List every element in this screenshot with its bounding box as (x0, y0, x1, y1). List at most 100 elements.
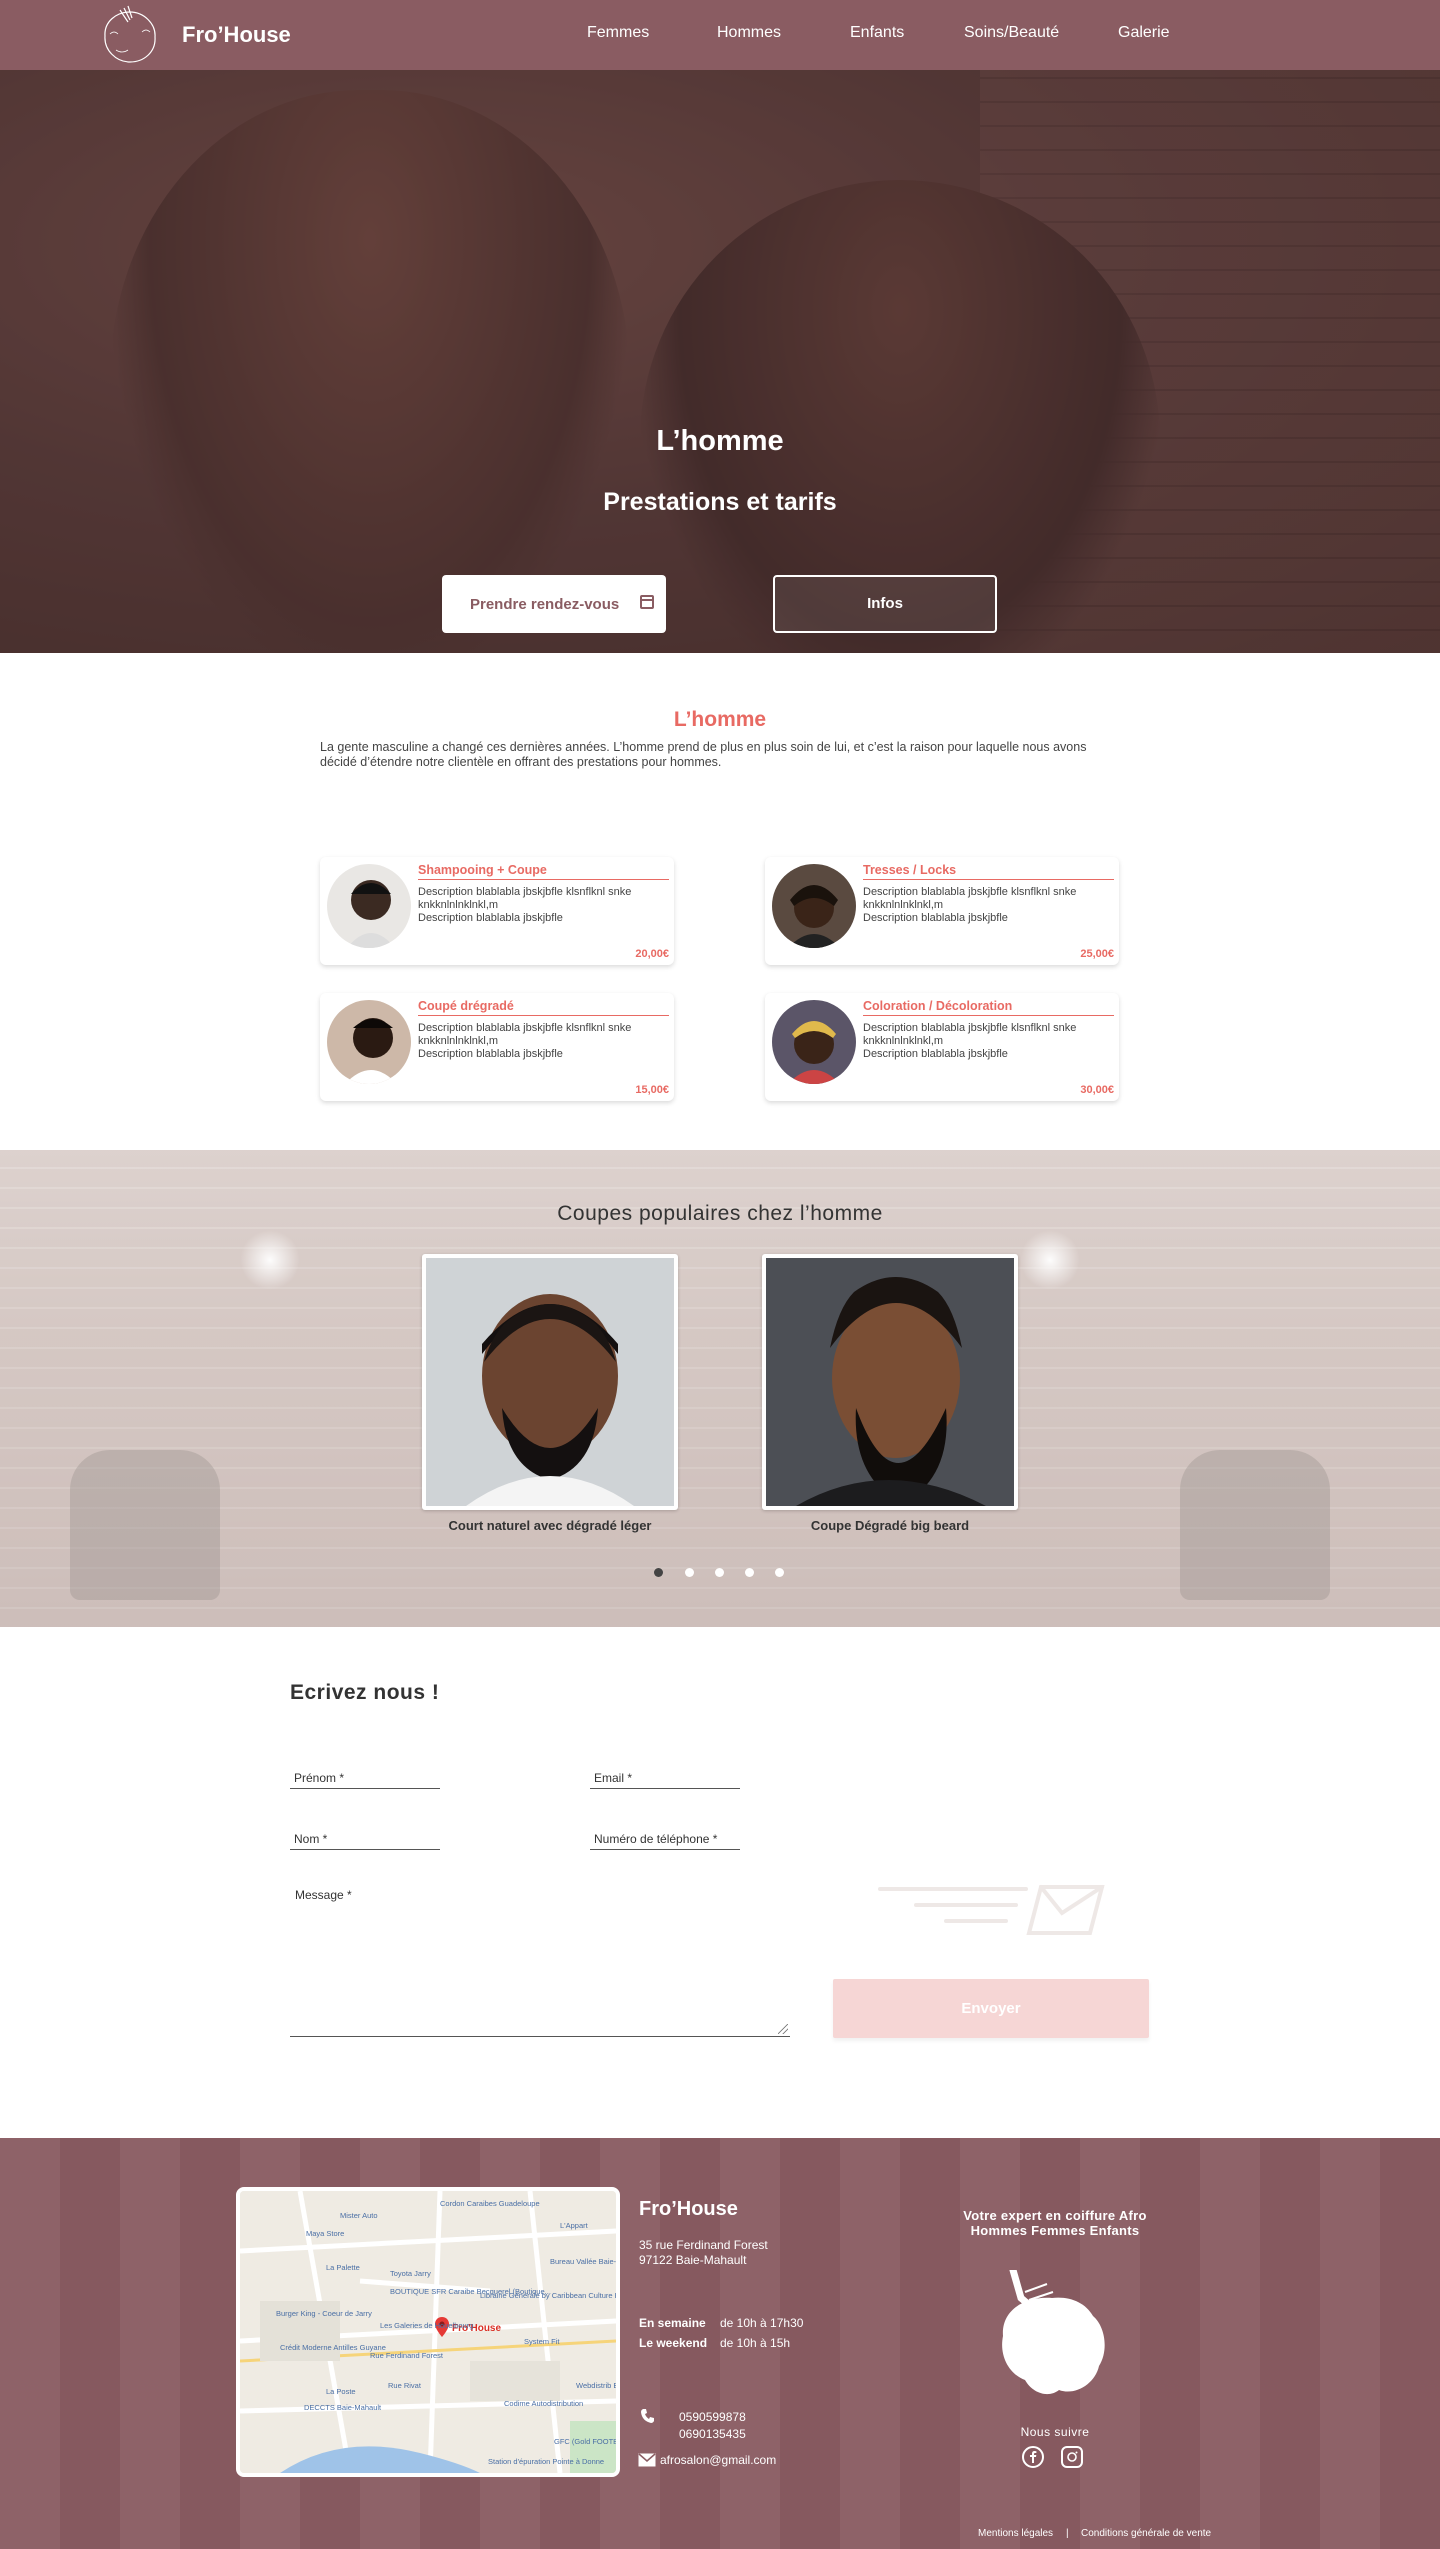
service-description: Description blablabla jbskjbfle klsnflkn… (418, 1022, 632, 1060)
service-card[interactable]: Shampooing + Coupe Description blablabla… (320, 857, 674, 965)
site-footer: Fro'House Cordon Caraibes Guadeloupe Mis… (0, 2138, 1440, 2549)
nav-hommes[interactable]: Hommes (717, 24, 781, 42)
nav-femmes[interactable]: Femmes (587, 24, 649, 42)
hours-value: de 10h à 17h30 (720, 2316, 804, 2330)
hours-label: Le weekend (639, 2336, 708, 2350)
instagram-icon[interactable] (1061, 2446, 1083, 2468)
hours-value: de 10h à 15h (720, 2336, 791, 2350)
service-description: Description blablabla jbskjbfle klsnflkn… (418, 886, 632, 924)
map-place-label: Toyota Jarry (390, 2269, 431, 2278)
calendar-icon (640, 595, 654, 609)
afro-head-logo (1002, 2270, 1105, 2395)
haircut-caption: Court naturel avec dégradé léger (448, 1518, 652, 1533)
map-place-label: Cordon Caraibes Guadeloupe (440, 2199, 540, 2208)
envelope-icon (878, 1885, 1105, 1935)
map-place-label: Les Galeries de Houelbourg (380, 2321, 474, 2330)
carousel-dot[interactable] (685, 1568, 694, 1577)
map-roads (240, 2191, 616, 2473)
service-description: Description blablabla jbskjbfle klsnflkn… (863, 1022, 1077, 1060)
email-link[interactable]: afrosalon@gmail.com (660, 2453, 776, 2468)
map-place-label: Maya Store (306, 2229, 345, 2238)
footer-tagline: Votre expert en coiffure Afro Hommes Fem… (930, 2208, 1180, 2238)
service-title: Coloration / Décoloration (863, 999, 1114, 1016)
phone-number[interactable]: 0690135435 (679, 2427, 746, 2442)
service-avatar (772, 864, 856, 948)
lastname-field[interactable]: Nom * (290, 1832, 440, 1850)
map-place-label: Station d'épuration Pointe à Donne (488, 2457, 605, 2466)
send-button[interactable]: Envoyer (833, 1979, 1149, 2038)
follow-label: Nous suivre (1020, 2425, 1090, 2439)
service-avatar (327, 1000, 411, 1084)
map-place-label: Mister Auto (340, 2211, 378, 2220)
map-place-label: Rue Rivat (388, 2381, 421, 2390)
phone-icon (641, 2409, 654, 2423)
cgv-link[interactable]: Conditions générale de vente (1081, 2528, 1211, 2539)
message-placeholder: Message * (295, 1888, 352, 1902)
tagline-line: Hommes Femmes Enfants (970, 2223, 1140, 2238)
facebook-icon[interactable] (1022, 2446, 1044, 2468)
book-appointment-label: Prendre rendez-vous (470, 595, 620, 613)
popular-cuts-carousel: Coupes populaires chez l’homme Court nat… (0, 1150, 1440, 1627)
carousel-dot[interactable] (715, 1568, 724, 1577)
brand-name[interactable]: Fro’House (182, 22, 291, 48)
resize-grip-icon[interactable] (778, 2024, 788, 2034)
haircut-photo[interactable] (762, 1254, 1018, 1510)
message-textarea[interactable]: Message * (290, 1880, 790, 2037)
haircut-caption: Coupe Dégradé big beard (810, 1518, 970, 1533)
footer-separator: | (1066, 2528, 1069, 2539)
map-place-label: Librairie Générale by Caribbean Culture … (480, 2291, 620, 2300)
map-place-label: La Poste (326, 2387, 356, 2396)
map-place-label: GFC (Gold FOOTBALL CL (554, 2437, 619, 2446)
email-field[interactable]: Email * (590, 1771, 740, 1789)
service-card[interactable]: Tresses / Locks Description blablabla jb… (765, 857, 1119, 965)
service-avatar (772, 1000, 856, 1084)
hours-label: En semaine (639, 2316, 706, 2330)
map-place-label: L'Appart (560, 2221, 588, 2230)
service-title: Shampooing + Coupe (418, 863, 669, 880)
map-place-label: Codime Autodistribution (504, 2399, 584, 2408)
phone-number[interactable]: 0590599878 (679, 2410, 746, 2425)
location-map[interactable]: Fro'House Cordon Caraibes Guadeloupe Mis… (236, 2187, 620, 2477)
site-header: Fro’House Femmes Hommes Enfants Soins/Be… (0, 0, 1440, 70)
service-card[interactable]: Coupé drégradé Description blablabla jbs… (320, 993, 674, 1101)
service-price: 25,00€ (1080, 948, 1114, 960)
carousel-title: Coupes populaires chez l’homme (557, 1202, 883, 1225)
mail-icon (638, 2453, 656, 2467)
service-card[interactable]: Coloration / Décoloration Description bl… (765, 993, 1119, 1101)
service-price: 20,00€ (635, 948, 669, 960)
tagline-line: Votre expert en coiffure Afro (963, 2208, 1147, 2223)
contact-title: Ecrivez nous ! (290, 1681, 440, 1704)
carousel-dot[interactable] (745, 1568, 754, 1577)
nav-galerie[interactable]: Galerie (1118, 24, 1170, 42)
nav-soins-beaute[interactable]: Soins/Beauté (964, 24, 1059, 42)
firstname-field[interactable]: Prénom * (290, 1771, 440, 1789)
logo-mark[interactable] (98, 4, 162, 68)
footer-brand: Fro’House (639, 2198, 738, 2220)
hero-banner (0, 70, 1440, 653)
service-title: Tresses / Locks (863, 863, 1114, 880)
map-place-label: Webdistrib Baie-Mahau (576, 2381, 619, 2390)
service-title: Coupé drégradé (418, 999, 669, 1016)
carousel-dot[interactable] (654, 1568, 663, 1577)
address-line-2: 97122 Baie-Mahault (639, 2253, 747, 2267)
service-avatar (327, 864, 411, 948)
map-place-label: DECCTS Baie-Mahault (304, 2403, 382, 2412)
map-place-label: System Fit (524, 2337, 560, 2346)
section-title: L’homme (673, 708, 767, 731)
map-place-label: Bureau Vallée Baie-Mahault (550, 2257, 617, 2266)
hero-overlay (0, 70, 1440, 653)
hero-title: L’homme (656, 425, 784, 457)
legal-link[interactable]: Mentions légales (978, 2528, 1053, 2539)
haircut-photo[interactable] (422, 1254, 678, 1510)
phone-field[interactable]: Numéro de téléphone * (590, 1832, 740, 1850)
address-line-1: 35 rue Ferdinand Forest (639, 2238, 768, 2252)
map-place-label: Rue Ferdinand Forest (370, 2351, 443, 2360)
carousel-dot[interactable] (775, 1568, 784, 1577)
service-price: 15,00€ (635, 1084, 669, 1096)
infos-button[interactable]: Infos (773, 575, 997, 633)
book-appointment-button[interactable]: Prendre rendez-vous (442, 575, 666, 633)
intro-text: La gente masculine a changé ces dernière… (320, 740, 1087, 769)
service-price: 30,00€ (1080, 1084, 1114, 1096)
nav-enfants[interactable]: Enfants (850, 24, 904, 42)
map-place-label: Burger King - Coeur de Jarry (276, 2309, 372, 2318)
